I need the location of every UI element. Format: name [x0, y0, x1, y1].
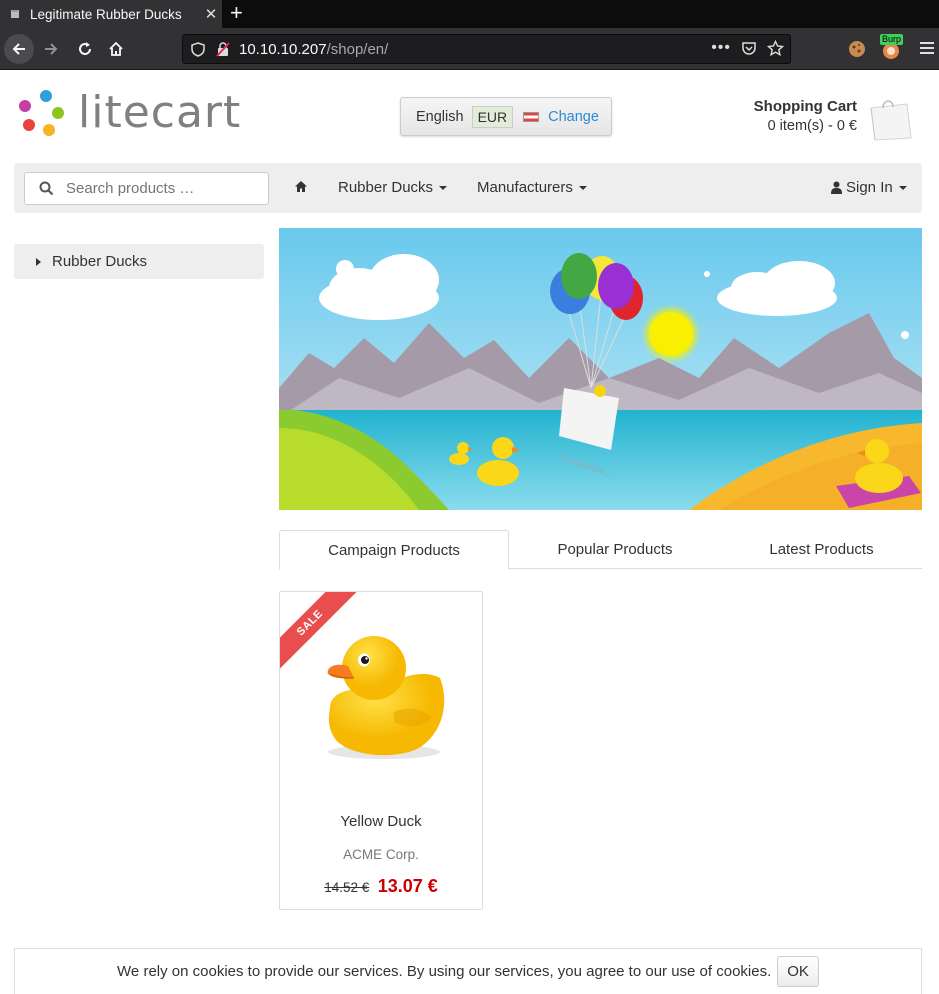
sign-in-label: Sign In [846, 179, 893, 196]
rubber-ducks-menu[interactable]: Rubber Ducks [338, 179, 448, 196]
sign-in-menu[interactable]: Sign In [831, 179, 907, 196]
reload-icon [79, 42, 91, 55]
cart-title: Shopping Cart [753, 98, 857, 115]
manufacturers-menu[interactable]: Manufacturers [477, 179, 587, 196]
product-card[interactable]: SALE Yellow Duck ACME Corp. 14.52 € 13.0… [279, 591, 483, 910]
caret-right-icon [36, 257, 41, 266]
home-nav-link[interactable] [294, 180, 308, 193]
bookmark-star-icon[interactable] [767, 39, 784, 57]
manufacturers-menu-label: Manufacturers [477, 179, 573, 196]
austria-flag-icon [523, 111, 540, 122]
back-button[interactable] [4, 34, 34, 64]
main-navigation: Rubber Ducks Manufacturers Sign In [14, 163, 922, 213]
new-tab-button[interactable]: + [230, 1, 243, 25]
tab-title: Legitimate Rubber Ducks [30, 6, 182, 22]
arrow-right-icon [45, 43, 58, 55]
pocket-icon[interactable] [741, 40, 757, 56]
category-label: Rubber Ducks [52, 253, 148, 270]
yellow-duck-image [327, 636, 445, 759]
home-button[interactable] [101, 34, 131, 64]
regular-price: 14.52 € [324, 880, 370, 895]
hamburger-menu-icon [920, 42, 934, 54]
forward-button[interactable] [36, 34, 66, 64]
reload-button[interactable] [70, 34, 100, 64]
product-manufacturer: ACME Corp. [343, 847, 419, 862]
search-input[interactable] [66, 180, 256, 197]
shopping-bag-icon [870, 100, 912, 141]
search-icon [39, 181, 54, 196]
change-region-link[interactable]: Change [548, 109, 599, 125]
address-bar[interactable]: 10.10.10.207/shop/en/ ••• [182, 34, 791, 64]
burp-badge: Burp [880, 34, 904, 45]
cookie-extension-icon[interactable] [847, 39, 867, 59]
cookie-notice: We rely on cookies to provide our servic… [14, 948, 922, 994]
sidebar-category-rubber-ducks[interactable]: Rubber Ducks [14, 244, 264, 279]
close-tab-icon[interactable]: ✕ [200, 5, 222, 23]
cookie-ok-button[interactable]: OK [777, 956, 819, 987]
url-text[interactable]: 10.10.10.207/shop/en/ [239, 41, 388, 58]
arrow-left-icon [12, 43, 25, 55]
browser-tab-bar: Legitimate Rubber Ducks ✕ + [0, 0, 939, 28]
page-favicon-icon [11, 10, 19, 18]
hero-banner[interactable] [279, 228, 922, 510]
caret-down-icon [898, 185, 907, 190]
product-tabs: Campaign Products Popular Products Lates… [279, 530, 922, 570]
tab-campaign-products[interactable]: Campaign Products [279, 530, 509, 570]
home-icon [295, 181, 307, 192]
caret-down-icon [578, 185, 587, 190]
user-icon [831, 181, 842, 194]
browser-navigation-bar: 10.10.10.207/shop/en/ ••• Burp [0, 28, 939, 70]
currency-badge: EUR [471, 105, 514, 128]
banner-illustration [279, 228, 922, 510]
shopping-cart[interactable]: Shopping Cart 0 item(s) - 0 € [754, 96, 913, 142]
search-box[interactable] [24, 172, 269, 205]
logo-text: litecart [78, 87, 242, 138]
site-logo[interactable]: litecart [16, 88, 241, 138]
region-selector[interactable]: English EUR Change [400, 97, 612, 136]
home-icon [109, 41, 123, 56]
cookie-message: We rely on cookies to provide our servic… [117, 963, 772, 980]
campaign-price: 13.07 € [377, 876, 438, 896]
burp-extension[interactable]: Burp [880, 34, 906, 60]
tab-latest-products[interactable]: Latest Products [729, 530, 914, 569]
browser-tab[interactable]: Legitimate Rubber Ducks ✕ [0, 0, 222, 28]
tab-popular-products[interactable]: Popular Products [519, 530, 711, 569]
page-actions-icon[interactable]: ••• [711, 39, 731, 57]
cart-summary: 0 item(s) - 0 € [767, 118, 857, 134]
rubber-ducks-menu-label: Rubber Ducks [338, 179, 434, 196]
menu-button[interactable] [919, 39, 935, 57]
caret-down-icon [439, 185, 448, 190]
product-price: 14.52 € 13.07 € [280, 876, 482, 897]
product-name[interactable]: Yellow Duck [280, 813, 482, 830]
litecart-dots-icon [19, 90, 64, 136]
insecure-lock-icon[interactable] [215, 41, 231, 57]
language-label: English [416, 108, 464, 125]
shield-icon[interactable] [191, 41, 205, 57]
